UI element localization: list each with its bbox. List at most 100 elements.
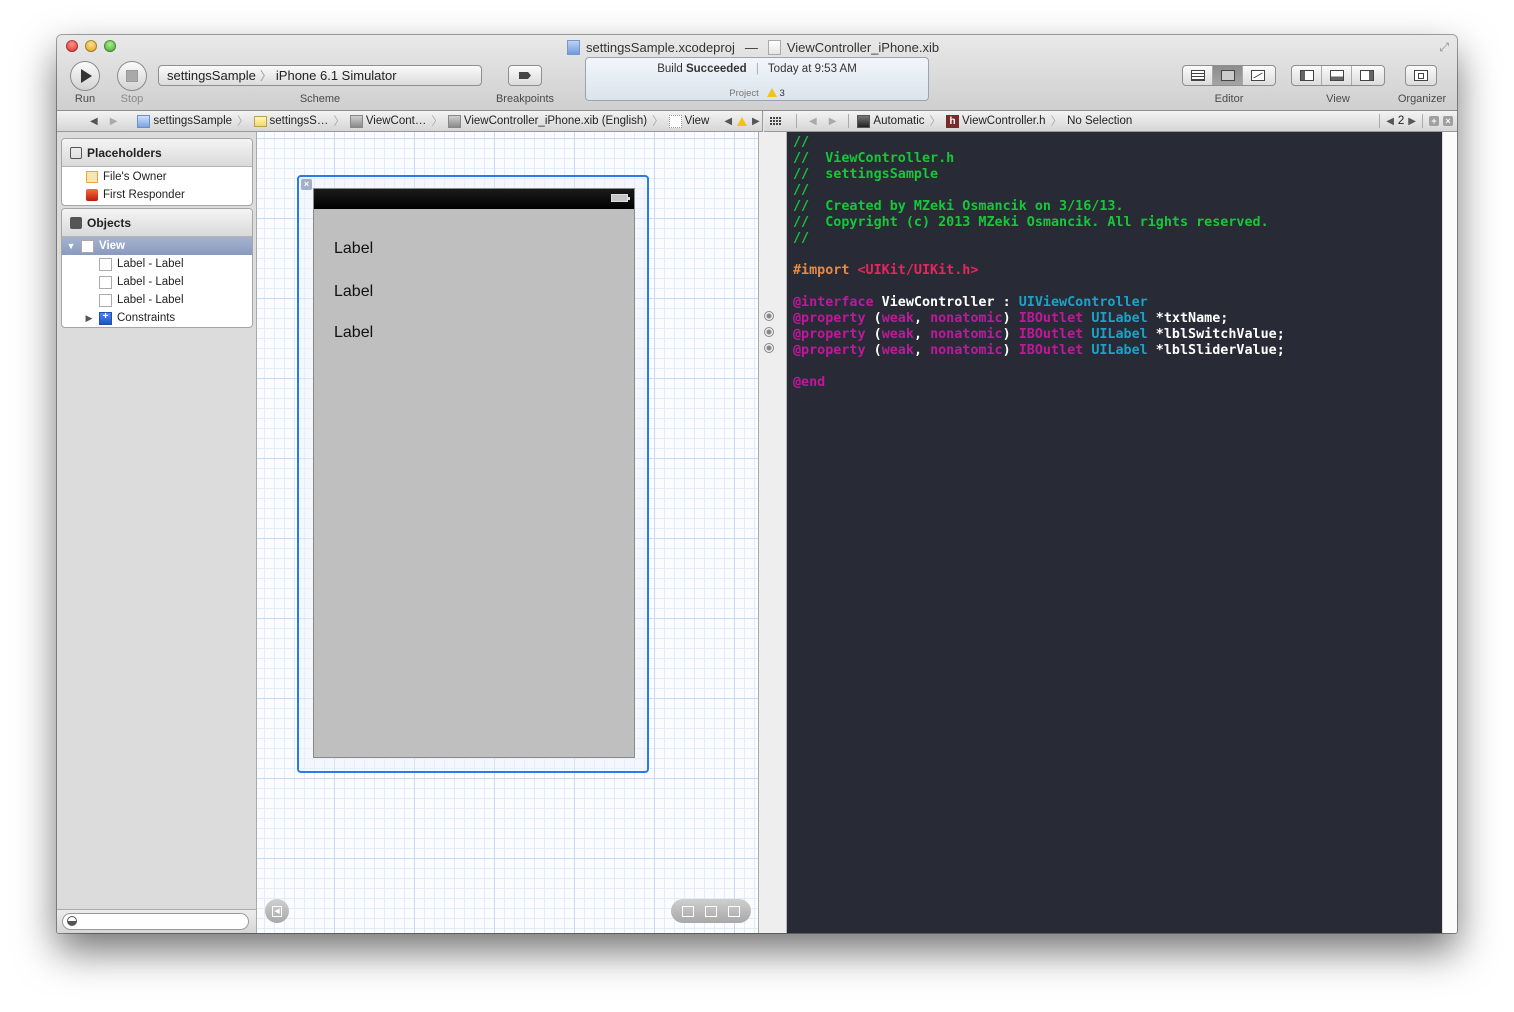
pin-icon[interactable] <box>704 905 717 917</box>
play-icon <box>81 69 92 83</box>
outline-filter-input[interactable] <box>62 913 249 930</box>
toggle-debug-area-button[interactable] <box>1322 66 1352 85</box>
assistant-mode-selector[interactable]: Automatic <box>855 114 926 128</box>
organizer-label: Organizer <box>1397 93 1447 105</box>
outline-item-label-3[interactable]: Label - Label <box>62 291 252 309</box>
run-button[interactable] <box>70 61 100 91</box>
code-token: weak <box>881 343 914 358</box>
build-result: Succeeded <box>685 63 747 75</box>
breadcrumb-symbol[interactable]: No Selection <box>1065 115 1134 127</box>
toolbar: settingsSample.xcodeproj — ViewControlle… <box>57 35 1457 111</box>
stop-icon <box>126 70 138 82</box>
chevron-right-icon: 〉 <box>237 116 249 128</box>
previous-counterpart-icon[interactable]: ◀ <box>1386 116 1394 127</box>
related-items-icon[interactable] <box>770 116 781 126</box>
breadcrumb-label: Automatic <box>873 115 925 127</box>
next-counterpart-icon[interactable]: ▶ <box>1408 116 1416 127</box>
chevron-right-icon: 〉 <box>929 116 942 128</box>
outlet-connected-icon[interactable] <box>764 343 774 353</box>
close-window-button[interactable] <box>66 40 78 52</box>
code-token: IBOutlet <box>1018 343 1084 358</box>
outline-item-label-2[interactable]: Label - Label <box>62 273 252 291</box>
align-icon[interactable] <box>682 905 695 917</box>
build-status: Build Succeeded | Today at 9:53 AM <box>586 63 928 75</box>
hide-outline-icon: ◀ <box>272 905 282 917</box>
outlet-connected-icon[interactable] <box>764 311 774 321</box>
assistant-code-editor[interactable]: //// ViewController.h// settingsSample//… <box>787 132 1442 933</box>
iphone-view[interactable]: Label Label Label <box>313 188 635 758</box>
code-token: UILabel <box>1091 343 1148 358</box>
divider <box>1422 114 1423 128</box>
debug-area-icon <box>1329 70 1344 81</box>
organizer-button[interactable] <box>1405 65 1437 86</box>
title-separator: — <box>744 39 758 55</box>
outline-item-view[interactable]: ▼ View <box>62 237 252 255</box>
objects-title: Objects <box>87 215 132 230</box>
breadcrumb-xib-file[interactable]: ViewController_iPhone.xib (English) <box>446 114 649 128</box>
toggle-outline-button[interactable]: ◀ <box>265 899 289 923</box>
close-assistant-editor-button[interactable]: × <box>1443 116 1453 126</box>
view-icon <box>81 239 94 253</box>
outline-item-first-responder[interactable]: First Responder <box>62 186 252 204</box>
code-token: ( <box>865 327 882 342</box>
outline-item-label: File's Owner <box>103 171 167 183</box>
ui-label-1[interactable]: Label <box>334 240 373 258</box>
interface-builder-canvas[interactable]: × Label Label Label ◀ <box>257 132 758 933</box>
code-token: // ViewController.h <box>793 151 955 166</box>
issue-warning-icon[interactable] <box>737 116 748 126</box>
counterpart-index: 2 <box>1397 115 1405 127</box>
breadcrumb-view[interactable]: View <box>667 114 712 128</box>
close-scene-icon[interactable]: × <box>301 179 312 190</box>
resolve-icon[interactable] <box>727 905 740 917</box>
forward-arrow-icon[interactable]: ▶ <box>110 116 118 127</box>
filter-icon <box>67 916 77 926</box>
back-arrow-icon[interactable]: ◀ <box>90 116 98 127</box>
breadcrumb-project[interactable]: settingsSample <box>135 114 234 128</box>
breakpoints-button[interactable] <box>508 65 542 86</box>
disclosure-expanded-icon[interactable]: ▼ <box>66 241 76 251</box>
editor-mode-control <box>1182 65 1276 86</box>
breadcrumb-xib-group[interactable]: ViewCont… <box>348 114 429 128</box>
breadcrumb-header-file[interactable]: h ViewController.h <box>944 114 1048 128</box>
xcode-window: settingsSample.xcodeproj — ViewControlle… <box>57 35 1457 933</box>
source-code[interactable]: //// ViewController.h// settingsSample//… <box>793 135 1285 391</box>
toggle-utilities-button[interactable] <box>1352 66 1382 85</box>
code-line: // <box>793 183 1285 199</box>
view-icon <box>668 114 682 128</box>
minimize-window-button[interactable] <box>85 40 97 52</box>
divider <box>796 114 797 128</box>
toggle-navigator-button[interactable] <box>1292 66 1322 85</box>
code-token: ViewController : <box>873 295 1019 310</box>
outline-item-files-owner[interactable]: File's Owner <box>62 168 252 186</box>
back-arrow-icon[interactable]: ◀ <box>809 116 817 127</box>
issue-summary[interactable]: Project 3 <box>586 88 928 99</box>
scheme-popup[interactable]: settingsSample 〉 iPhone 6.1 Simulator <box>158 65 482 86</box>
standard-editor-button[interactable] <box>1183 66 1213 85</box>
disclosure-collapsed-icon[interactable]: ▶ <box>84 313 94 324</box>
zoom-window-button[interactable] <box>104 40 116 52</box>
forward-arrow-icon[interactable]: ▶ <box>829 116 837 127</box>
build-prefix: Build <box>657 63 683 75</box>
ui-label-3[interactable]: Label <box>334 324 373 342</box>
version-editor-button[interactable] <box>1243 66 1273 85</box>
outlet-connected-icon[interactable] <box>764 327 774 337</box>
code-token: UILabel <box>1091 311 1148 326</box>
assistant-editor-button[interactable] <box>1213 66 1243 85</box>
previous-issue-icon[interactable]: ◀ <box>724 116 732 127</box>
activity-viewer[interactable]: Build Succeeded | Today at 9:53 AM Proje… <box>585 57 929 101</box>
stop-button[interactable] <box>117 61 147 91</box>
code-line: @property (weak, nonatomic) IBOutlet UIL… <box>793 311 1285 327</box>
breadcrumb-group[interactable]: settingsS… <box>252 115 331 127</box>
editor-scrollbar[interactable] <box>1442 132 1457 933</box>
placeholders-title: Placeholders <box>87 145 162 160</box>
assistant-controls: ◀ 2 ▶ + × <box>1377 111 1453 131</box>
next-issue-icon[interactable]: ▶ <box>752 116 760 127</box>
ui-label-2[interactable]: Label <box>334 283 373 301</box>
label-icon <box>99 293 112 307</box>
organizer-icon <box>1414 70 1428 81</box>
code-line: @end <box>793 375 1285 391</box>
add-assistant-editor-button[interactable]: + <box>1429 116 1439 126</box>
outline-item-label-1[interactable]: Label - Label <box>62 255 252 273</box>
outline-item-constraints[interactable]: ▶ Constraints <box>62 309 252 327</box>
fullscreen-icon[interactable]: ⤢ <box>1439 40 1449 55</box>
